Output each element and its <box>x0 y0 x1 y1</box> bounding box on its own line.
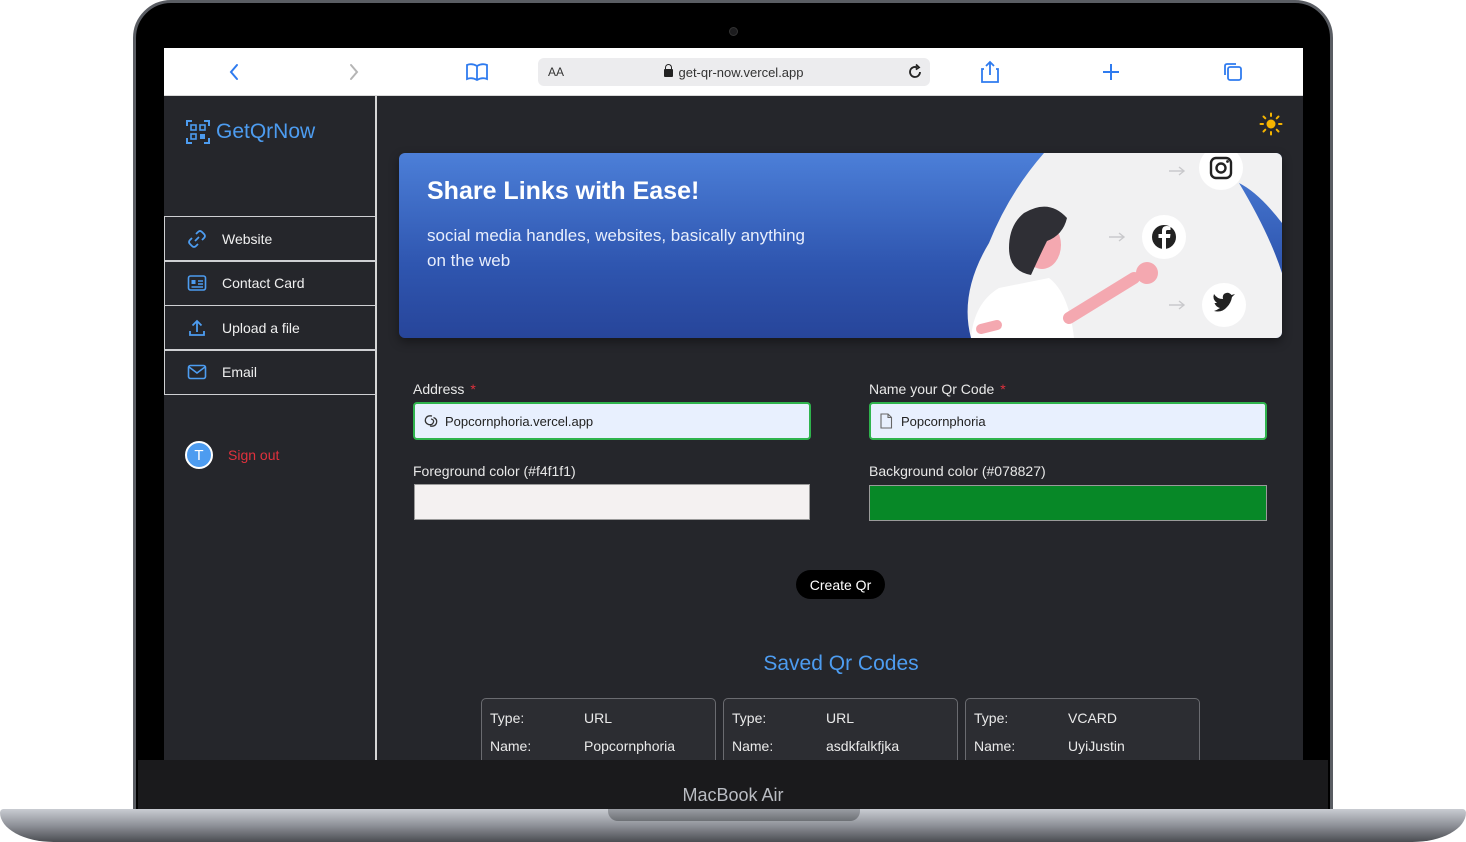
saved-qr-card[interactable]: Type: URL Name: asdkfalkfjka <box>723 698 958 760</box>
sign-out-button[interactable]: T Sign out <box>185 441 279 469</box>
hero-banner: Share Links with Ease! social media hand… <box>399 153 1282 338</box>
name-key: Name: <box>732 738 774 754</box>
banner-subtitle: social media handles, websites, basicall… <box>427 226 805 270</box>
foreground-color-picker[interactable] <box>414 484 810 520</box>
name-value: Popcornphoria <box>584 738 676 754</box>
name-key: Name: <box>490 738 532 754</box>
avatar: T <box>185 441 213 469</box>
type-value: VCARD <box>1068 710 1118 726</box>
sidebar-item-label: Contact Card <box>222 275 305 291</box>
sidebar-item-label: Upload a file <box>222 319 300 336</box>
qr-name-label: Name your Qr Code * <box>869 381 1006 397</box>
sidebar-nav: Website Contact Card Upload a file Email <box>164 215 377 395</box>
browser-toolbar: AA get-qr-now.vercel.app <box>164 48 1303 96</box>
sidebar-item-label: Email <box>222 364 258 380</box>
type-key: Type: <box>490 710 525 726</box>
name-key: Name: <box>974 738 1016 754</box>
qr-name-value: Popcornphoria <box>901 413 986 429</box>
tabs-icon[interactable] <box>1221 60 1245 84</box>
mail-icon <box>187 362 207 382</box>
reload-icon[interactable] <box>906 63 924 86</box>
background-color-picker[interactable] <box>869 485 1267 521</box>
laptop-brand-label: MacBook Air <box>682 785 784 805</box>
type-value: URL <box>826 710 855 726</box>
app-logo[interactable]: GetQrNow <box>186 120 315 144</box>
create-qr-button[interactable]: Create Qr <box>796 570 885 599</box>
sidebar: GetQrNow Website Contact Card Upload a f… <box>164 96 377 760</box>
type-key: Type: <box>974 710 1009 726</box>
main-content: Share Links with Ease! social media hand… <box>379 96 1303 760</box>
sidebar-item-upload[interactable]: Upload a file <box>164 304 377 351</box>
type-value: URL <box>584 710 613 726</box>
sidebar-item-label: Website <box>222 230 273 247</box>
screen: AA get-qr-now.vercel.app GetQrNow Websit… <box>164 48 1303 760</box>
contact-card-icon <box>187 273 207 293</box>
foreground-color-label: Foreground color (#f4f1f1) <box>413 463 576 479</box>
banner-illustration <box>967 153 1282 338</box>
sun-icon[interactable] <box>1259 112 1283 136</box>
camera-icon <box>729 27 738 36</box>
logo-text: GetQrNow <box>216 120 316 143</box>
bookmarks-icon[interactable] <box>465 60 489 84</box>
back-icon[interactable] <box>222 60 246 84</box>
name-value: asdkfalkfjka <box>826 738 900 754</box>
sidebar-item-email[interactable]: Email <box>164 349 377 395</box>
saved-qr-title: Saved Qr Codes <box>763 652 919 675</box>
web-link-icon <box>423 413 439 429</box>
qr-logo-icon <box>186 120 210 144</box>
address-value: Popcornphoria.vercel.app <box>445 413 594 429</box>
link-icon <box>187 229 207 249</box>
saved-qr-card[interactable]: Type: VCARD Name: UyiJustin <box>965 698 1200 760</box>
laptop-notch <box>608 809 860 821</box>
address-label: Address * <box>413 381 476 397</box>
file-icon <box>879 413 895 429</box>
background-color-label: Background color (#078827) <box>869 463 1046 479</box>
new-tab-icon[interactable] <box>1099 60 1123 84</box>
sidebar-item-contact-card[interactable]: Contact Card <box>164 260 377 306</box>
upload-icon <box>187 318 207 338</box>
type-key: Type: <box>732 710 767 726</box>
lock-icon <box>664 64 674 77</box>
name-value: UyiJustin <box>1068 738 1125 754</box>
sign-out-label: Sign out <box>228 447 280 463</box>
banner-title: Share Links with Ease! <box>427 177 700 205</box>
saved-qr-card[interactable]: Type: URL Name: Popcornphoria <box>481 698 716 760</box>
qr-name-input[interactable]: Popcornphoria <box>869 402 1267 440</box>
forward-icon[interactable] <box>342 60 366 84</box>
address-input[interactable]: Popcornphoria.vercel.app <box>413 402 811 440</box>
share-icon[interactable] <box>978 60 1002 84</box>
url-text: get-qr-now.vercel.app <box>678 65 804 80</box>
sidebar-item-website[interactable]: Website <box>164 215 377 262</box>
address-bar[interactable]: AA get-qr-now.vercel.app <box>538 58 930 86</box>
